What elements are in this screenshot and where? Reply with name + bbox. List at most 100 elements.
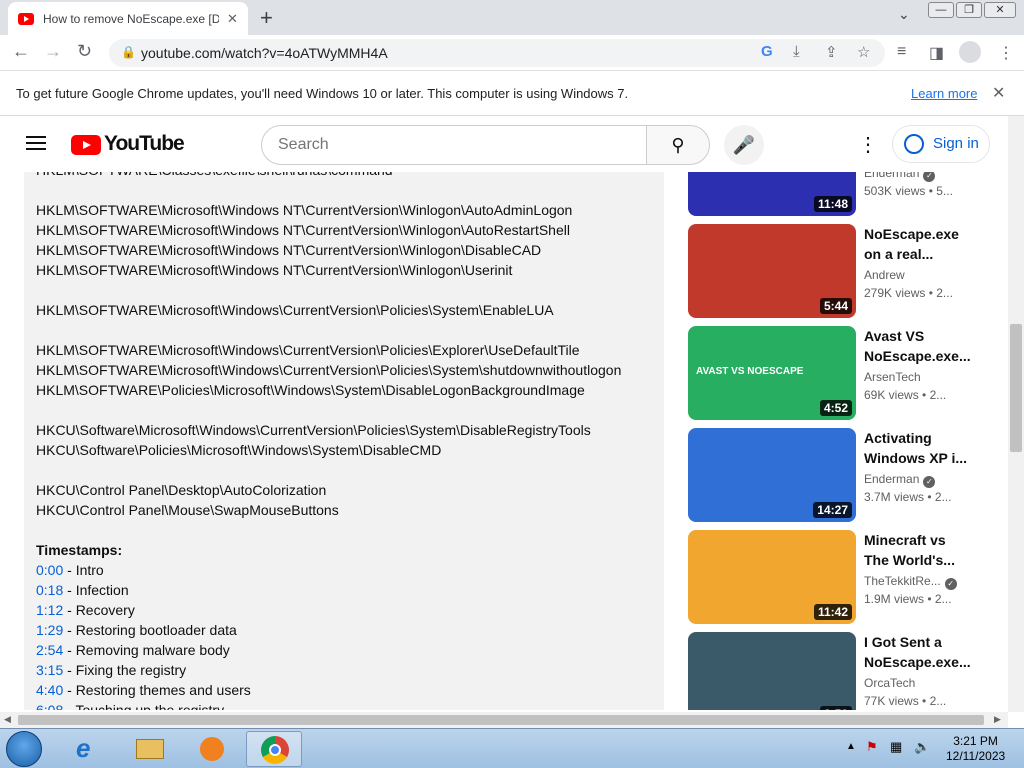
channel-label[interactable]: TheTekkitRe... [864, 574, 941, 588]
bookmark-star-icon[interactable]: ☆ [857, 43, 870, 61]
related-video-card[interactable]: 11:42 Minecraft vs The World's... TheTekki… [688, 530, 988, 624]
system-clock[interactable]: 3:21 PM 12/11/2023 [946, 734, 1005, 764]
google-lens-icon[interactable]: G [761, 43, 773, 60]
reload-icon[interactable]: ↻ [77, 41, 92, 62]
infobar-message: To get future Google Chrome updates, you… [16, 86, 629, 101]
timestamp-link[interactable]: 1:12 [36, 602, 63, 618]
volume-icon[interactable]: 🔈 [914, 739, 930, 755]
video-thumbnail[interactable]: 14:27 [688, 428, 856, 522]
update-infobar: To get future Google Chrome updates, you… [0, 71, 1024, 116]
lock-icon[interactable]: 🔒 [121, 45, 136, 59]
channel-label[interactable]: Enderman [864, 172, 919, 180]
profile-avatar[interactable] [959, 41, 981, 63]
youtube-logo-icon[interactable] [71, 135, 101, 155]
related-video-card[interactable]: 8:50 I Got Sent a NoEscape.exe... OrcaTech… [688, 632, 988, 710]
tab-close-icon[interactable]: ✕ [227, 11, 238, 27]
url-text[interactable]: youtube.com/watch?v=4oATWyMMH4A [141, 45, 388, 61]
vertical-scrollbar[interactable] [1008, 116, 1024, 712]
video-thumbnail[interactable]: AVAST VS NOESCAPE 4:52 [688, 326, 856, 420]
channel-name[interactable]: OrcaTech [864, 676, 915, 690]
new-tab-icon[interactable]: + [260, 5, 273, 31]
description-line: HKLM\SOFTWARE\Microsoft\Windows\CurrentV… [36, 302, 554, 318]
scroll-left-icon[interactable]: ◀ [4, 714, 11, 725]
vertical-scroll-thumb[interactable] [1010, 324, 1022, 452]
video-title[interactable]: Minecraft vs The World's... [864, 530, 974, 570]
channel-label[interactable]: ArsenTech [864, 370, 921, 384]
sign-in-button[interactable]: Sign in [892, 125, 990, 163]
timestamp-link[interactable]: 3:15 [36, 662, 63, 678]
related-video-card[interactable]: 1 bugs in Windows 11:48 Enderman ✓ 503K view… [688, 172, 988, 216]
video-title[interactable]: Activating Windows XP i... [864, 428, 974, 468]
tab-strip: How to remove NoEscape.exe [D ✕ + ⌄ — ❐ … [0, 0, 1024, 35]
settings-menu-icon[interactable]: ⋮ [858, 132, 878, 157]
video-meta: 1.9M views • 2... [864, 592, 952, 606]
timestamp-link[interactable]: 1:29 [36, 622, 63, 638]
start-button[interactable] [6, 731, 42, 767]
video-thumbnail[interactable]: 8:50 [688, 632, 856, 710]
network-icon[interactable]: ▦ [890, 739, 902, 755]
video-title[interactable]: Avast VS NoEscape.exe... [864, 326, 974, 366]
horizontal-scroll-thumb[interactable] [18, 715, 984, 725]
related-video-card[interactable]: 14:27 Activating Windows XP i... Enderman ✓… [688, 428, 988, 522]
channel-name[interactable]: Andrew [864, 268, 905, 282]
timestamp-label: - Infection [63, 582, 129, 598]
description-line [36, 280, 621, 300]
close-window-button[interactable]: ✕ [984, 2, 1016, 18]
tab-search-chevron-icon[interactable]: ⌄ [898, 6, 910, 23]
media-control-icon[interactable]: ≡ [897, 43, 906, 61]
search-button[interactable]: ⚲ [646, 125, 710, 165]
chrome-menu-icon[interactable]: ⋮ [998, 43, 1014, 63]
channel-name[interactable]: ArsenTech [864, 370, 921, 384]
video-thumbnail[interactable]: 1 bugs in Windows 11:48 [688, 172, 856, 216]
video-duration: 8:50 [819, 706, 852, 710]
related-video-card[interactable]: 5:44 NoEscape.exe on a real... Andrew 279K … [688, 224, 988, 318]
video-thumbnail[interactable]: 5:44 [688, 224, 856, 318]
search-input[interactable] [261, 125, 647, 165]
description-line: HKCU\Software\Microsoft\Windows\CurrentV… [36, 422, 591, 438]
timestamp-link[interactable]: 0:00 [36, 562, 63, 578]
restore-button[interactable]: ❐ [956, 2, 982, 18]
action-center-icon[interactable]: ⚑ [866, 739, 878, 755]
address-bar[interactable]: 🔒 youtube.com/watch?v=4oATWyMMH4A G ⤓ ⇪ … [109, 39, 885, 67]
learn-more-link[interactable]: Learn more [911, 86, 977, 101]
description-line: HKCU\Software\Policies\Microsoft\Windows… [36, 442, 442, 458]
infobar-close-icon[interactable]: ✕ [992, 83, 1005, 103]
channel-label[interactable]: Andrew [864, 268, 905, 282]
chrome-taskbar-icon[interactable] [246, 731, 302, 767]
media-player-icon[interactable] [184, 731, 240, 767]
voice-search-button[interactable]: 🎤 [724, 125, 764, 165]
video-title[interactable]: NoEscape.exe on a real... [864, 224, 974, 264]
internet-explorer-icon[interactable]: e [62, 731, 118, 767]
youtube-logo-text[interactable]: YouTube [104, 132, 185, 156]
sign-in-label: Sign in [933, 135, 979, 152]
side-panel-icon[interactable]: ◨ [929, 43, 944, 63]
install-app-icon[interactable]: ⤓ [793, 43, 800, 60]
back-icon[interactable]: ← [12, 41, 30, 62]
file-explorer-icon[interactable] [122, 731, 178, 767]
description-line: HKLM\SOFTWARE\Microsoft\Windows NT\Curre… [36, 242, 542, 258]
upload-age: 2... [936, 286, 953, 300]
channel-name[interactable]: TheTekkitRe... ✓ [864, 574, 957, 590]
channel-name[interactable]: Enderman ✓ [864, 472, 936, 488]
horizontal-scrollbar[interactable]: ◀ ▶ [0, 712, 1008, 728]
menu-icon[interactable] [26, 136, 46, 150]
channel-name[interactable]: Enderman ✓ [864, 172, 936, 182]
video-title[interactable]: I Got Sent a NoEscape.exe... [864, 632, 974, 672]
view-count: 69K views [864, 388, 919, 402]
video-meta: 69K views • 2... [864, 388, 947, 402]
timestamp-link[interactable]: 6:08 [36, 702, 63, 710]
timestamp-link[interactable]: 2:54 [36, 642, 63, 658]
timestamp-row: 2:54 - Removing malware body [36, 640, 621, 660]
channel-label[interactable]: Enderman [864, 472, 919, 486]
browser-tab[interactable]: How to remove NoEscape.exe [D ✕ [8, 2, 248, 35]
timestamp-link[interactable]: 0:18 [36, 582, 63, 598]
video-thumbnail[interactable]: 11:42 [688, 530, 856, 624]
minimize-button[interactable]: — [928, 2, 954, 18]
share-icon[interactable]: ⇪ [825, 43, 838, 61]
related-video-card[interactable]: AVAST VS NOESCAPE 4:52 Avast VS NoEscape.e… [688, 326, 988, 420]
forward-icon[interactable]: → [44, 41, 62, 62]
channel-label[interactable]: OrcaTech [864, 676, 915, 690]
show-hidden-icons-icon[interactable]: ▲ [846, 741, 856, 752]
scroll-right-icon[interactable]: ▶ [994, 714, 1001, 725]
timestamp-link[interactable]: 4:40 [36, 682, 63, 698]
